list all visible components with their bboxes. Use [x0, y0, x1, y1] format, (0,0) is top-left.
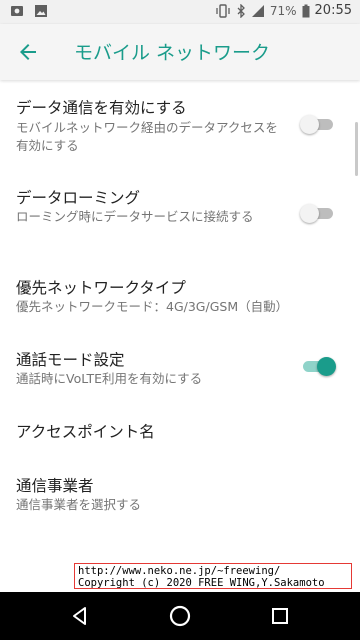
setting-subtitle: 通信事業者を選択する	[16, 497, 142, 512]
app-bar: モバイル ネットワーク	[0, 24, 360, 80]
setting-title: 優先ネットワークタイプ	[16, 279, 186, 297]
home-circle-icon	[168, 605, 192, 632]
setting-subtitle: 通話時にVoLTE利用を有効にする	[16, 371, 203, 386]
photo-icon	[10, 4, 24, 18]
scrollbar[interactable]	[355, 122, 358, 176]
clock: 20:55	[314, 3, 352, 18]
setting-data-roaming[interactable]: データローミング ローミング時にデータサービスに接続する	[0, 170, 360, 258]
nav-back-button[interactable]	[68, 604, 92, 628]
toggle-thumb	[317, 357, 336, 376]
setting-data-enabled[interactable]: データ通信を有効にする モバイルネットワーク経由のデータアクセスを有効にする	[0, 80, 360, 168]
setting-carrier[interactable]: 通信事業者 通信事業者を選択する	[0, 460, 360, 530]
watermark-url: http://www.neko.ne.jp/~freewing/	[78, 565, 281, 577]
back-triangle-icon	[68, 607, 92, 632]
setting-title: データ通信を有効にする	[16, 99, 187, 117]
setting-subtitle: 優先ネットワークモード：4G/3G/GSM（自動）	[16, 299, 289, 314]
toggle-thumb	[300, 204, 319, 223]
watermark: http://www.neko.ne.jp/~freewing/ Copyrig…	[74, 563, 352, 589]
volte-toggle[interactable]	[300, 356, 336, 376]
data-roaming-toggle[interactable]	[300, 203, 336, 223]
data-enabled-toggle[interactable]	[300, 114, 336, 134]
page-title: モバイル ネットワーク	[74, 42, 271, 64]
vibrate-icon	[215, 3, 231, 18]
setting-call-mode[interactable]: 通話モード設定 通話時にVoLTE利用を有効にする	[0, 332, 360, 402]
toggle-thumb	[300, 115, 319, 134]
back-button[interactable]	[16, 40, 40, 64]
setting-title: 通話モード設定	[16, 351, 125, 369]
setting-title: アクセスポイント名	[16, 423, 155, 441]
battery-percent: 71%	[269, 3, 297, 18]
nav-home-button[interactable]	[168, 604, 192, 628]
setting-title: データローミング	[16, 189, 141, 207]
setting-subtitle: ローミング時にデータサービスに接続する	[16, 209, 254, 224]
watermark-copyright: Copyright (c) 2020 FREE WING,Y.Sakamoto	[78, 577, 325, 589]
setting-preferred-network[interactable]: 優先ネットワークタイプ 優先ネットワークモード：4G/3G/GSM（自動）	[0, 260, 360, 330]
arrow-back-icon	[16, 44, 40, 68]
signal-icon	[251, 4, 265, 18]
setting-apn[interactable]: アクセスポイント名	[0, 404, 360, 458]
recents-square-icon	[268, 608, 292, 632]
nav-recents-button[interactable]	[268, 604, 292, 628]
battery-icon	[302, 4, 310, 18]
setting-subtitle: モバイルネットワーク経由のデータアクセスを有効にする	[16, 120, 278, 153]
status-bar: 71% 20:55	[0, 0, 360, 24]
setting-title: 通信事業者	[16, 477, 94, 495]
gallery-icon	[34, 4, 48, 18]
bluetooth-icon	[236, 3, 246, 18]
navigation-bar	[0, 592, 360, 640]
